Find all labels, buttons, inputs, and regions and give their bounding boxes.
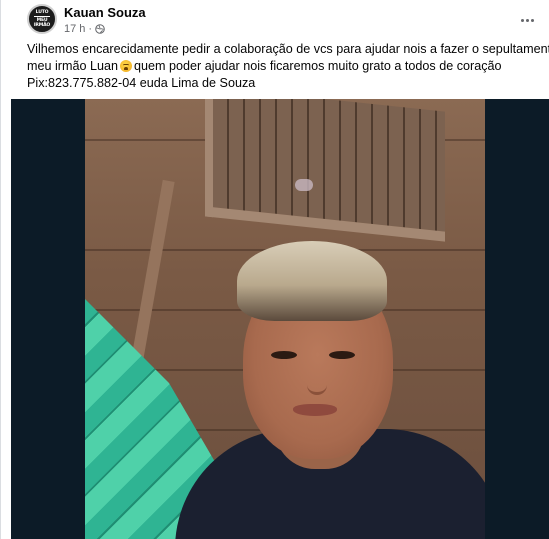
more-options-dot: [530, 18, 534, 22]
meta-separator: ·: [88, 23, 93, 35]
post-timestamp[interactable]: 17 h: [64, 23, 85, 35]
avatar-text-line1: LUTO: [35, 10, 49, 15]
window-light: [295, 179, 313, 191]
caption-line-1: Vilhemos encarecidamente pedir a colabor…: [27, 42, 549, 56]
avatar-divider: [34, 16, 50, 17]
caption-line-2: meu irmão Luan quem poder ajudar nois fic…: [27, 58, 547, 75]
post-caption: Vilhemos encarecidamente pedir a colabor…: [27, 41, 549, 92]
person-nose: [307, 367, 327, 395]
post-photo[interactable]: [11, 99, 549, 539]
caption-line-2-start: meu irmão Luan: [27, 59, 119, 73]
person-eye-left: [271, 351, 297, 359]
globe-icon: [95, 24, 105, 34]
caption-line-3: Pix:823.775.882-04 euda Lima de Souza: [27, 76, 256, 90]
more-options-icon: [520, 18, 524, 22]
person-hair: [237, 241, 387, 321]
author-name[interactable]: Kauan Souza: [64, 5, 146, 20]
caption-line-2-end: quem poder ajudar nois ficaremos muito g…: [134, 59, 502, 73]
photo-image: [85, 99, 485, 539]
post-meta: 17 h ·: [64, 23, 105, 35]
author-avatar[interactable]: LUTO MEU IRMÃO: [27, 4, 57, 34]
more-options-button[interactable]: [513, 10, 541, 30]
avatar-text-line3: IRMÃO: [33, 23, 51, 28]
crying-face-emoji-icon: [120, 60, 133, 72]
facebook-post: LUTO MEU IRMÃO Kauan Souza 17 h · Vilhem…: [0, 0, 549, 539]
more-options-dot: [525, 18, 529, 22]
post-header: LUTO MEU IRMÃO Kauan Souza 17 h ·: [27, 4, 549, 40]
person-mouth: [293, 404, 337, 416]
person-eye-right: [329, 351, 355, 359]
wooden-window: [205, 99, 445, 242]
